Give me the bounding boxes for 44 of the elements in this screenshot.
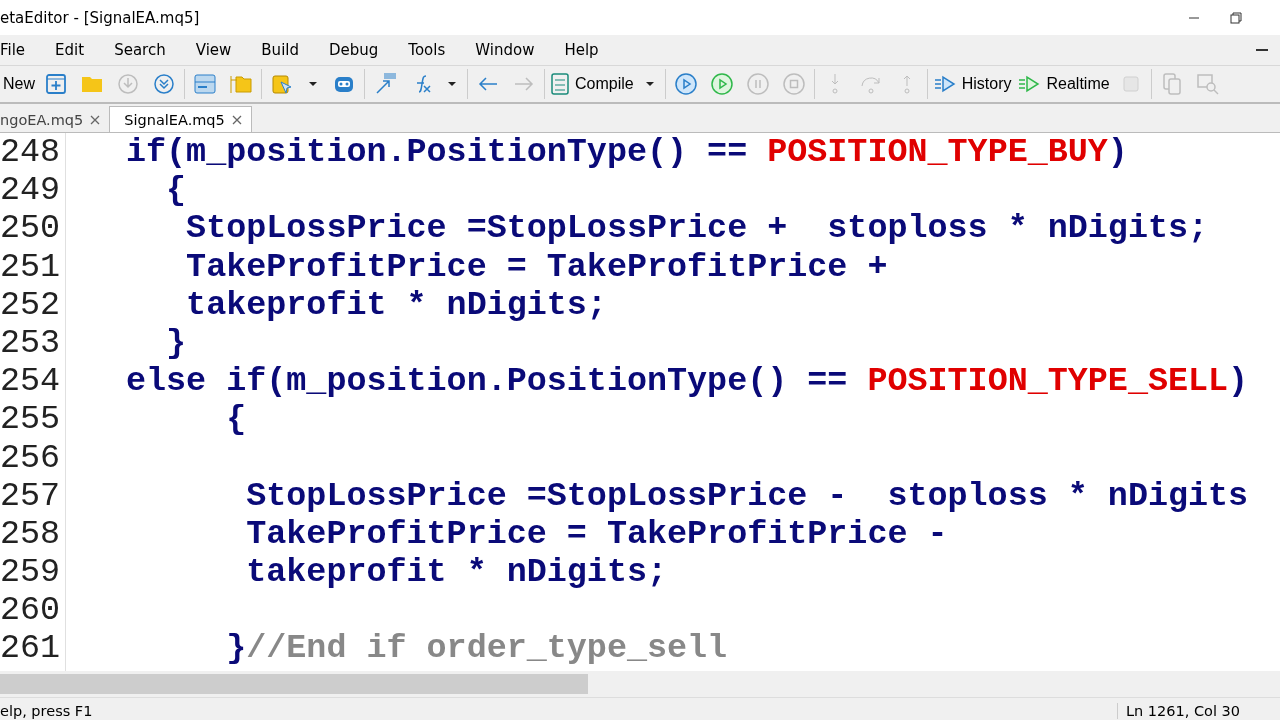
menu-item[interactable]: Help: [564, 41, 599, 59]
new-button[interactable]: New: [0, 69, 38, 99]
window-title: etaEditor - [SignalEA.mq5]: [0, 8, 200, 27]
line-number: 249: [0, 171, 62, 210]
code-line: TakeProfitPrice = TakeProfitPrice -: [245, 514, 949, 554]
code-line: TakeProfitPrice = TakeProfitPrice +: [185, 247, 889, 286]
menu-item[interactable]: View: [195, 41, 232, 59]
line-number: 261: [0, 629, 62, 668]
code-line: }//End if order_type_sell: [225, 629, 729, 668]
line-number: 252: [0, 285, 62, 324]
code-line: takeprofit * nDigits;: [245, 553, 669, 592]
code-line: takeprofit * nDigits;: [185, 285, 608, 324]
file-tab[interactable]: SignalEA.mq5: [109, 106, 252, 132]
line-number: 258: [0, 514, 62, 554]
realtime-button[interactable]: Realtime: [1014, 69, 1113, 99]
line-number: 257: [0, 476, 62, 515]
code-line: }: [165, 323, 188, 363]
code-line: {: [225, 400, 248, 439]
cursor-position: Ln 1261, Col 30: [1116, 703, 1280, 719]
file-tab[interactable]: ngoEA.mq5: [0, 107, 110, 132]
code-line: else if(m_position.PositionType() == POSITION_TYPE_SELL): [126, 362, 1250, 401]
menu-item[interactable]: Search: [114, 41, 166, 59]
compile-button[interactable]: Compile: [547, 69, 637, 99]
menu-item[interactable]: Debug: [329, 41, 379, 59]
menu-item[interactable]: Window: [475, 41, 535, 59]
line-number: 250: [0, 209, 62, 248]
menu-item[interactable]: Build: [261, 41, 299, 59]
history-button[interactable]: History: [929, 69, 1015, 99]
code-line: if(m_position.PositionType() == POSITION_TYPE_BUY): [126, 133, 1129, 172]
line-number: 260: [0, 591, 62, 630]
line-number: 259: [0, 553, 62, 592]
line-number: 253: [0, 323, 62, 363]
line-number: 256: [0, 438, 62, 477]
menu-item[interactable]: Edit: [55, 41, 85, 59]
line-number: 255: [0, 400, 62, 439]
line-number: 248: [0, 133, 62, 172]
status-text: elp, press F1: [0, 703, 93, 719]
code-line: {: [165, 171, 188, 210]
code-line: StopLossPrice =StopLossPrice + stoploss * nDigits;: [185, 209, 1210, 248]
line-number: 251: [0, 247, 62, 286]
line-number: 254: [0, 362, 62, 401]
code-line: StopLossPrice =StopLossPrice - stoploss * nDigits: [245, 476, 1250, 515]
menu-item[interactable]: Tools: [408, 41, 446, 59]
menu-item[interactable]: File: [0, 41, 26, 59]
